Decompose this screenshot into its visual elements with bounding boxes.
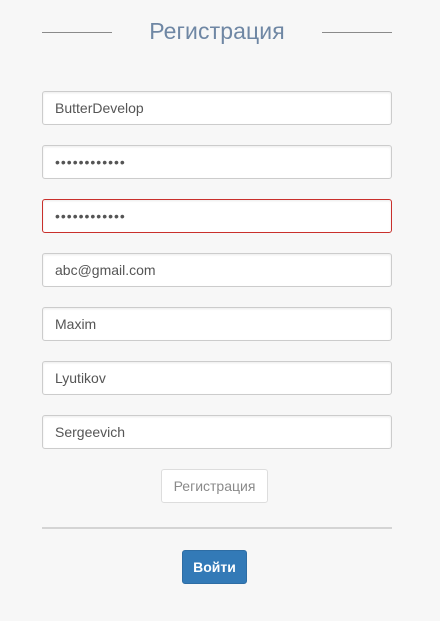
password-input[interactable] xyxy=(42,145,392,179)
password-confirm-input[interactable] xyxy=(42,199,392,233)
divider xyxy=(42,527,392,529)
header-line-right xyxy=(322,32,392,33)
register-button[interactable]: Регистрация xyxy=(161,469,268,503)
username-input[interactable] xyxy=(42,91,392,125)
registration-header: Регистрация xyxy=(42,14,392,54)
first-name-input[interactable] xyxy=(42,307,392,341)
registration-form xyxy=(42,91,392,469)
login-button[interactable]: Войти xyxy=(182,550,247,584)
middle-name-input[interactable] xyxy=(42,415,392,449)
last-name-input[interactable] xyxy=(42,361,392,395)
email-input[interactable] xyxy=(42,253,392,287)
